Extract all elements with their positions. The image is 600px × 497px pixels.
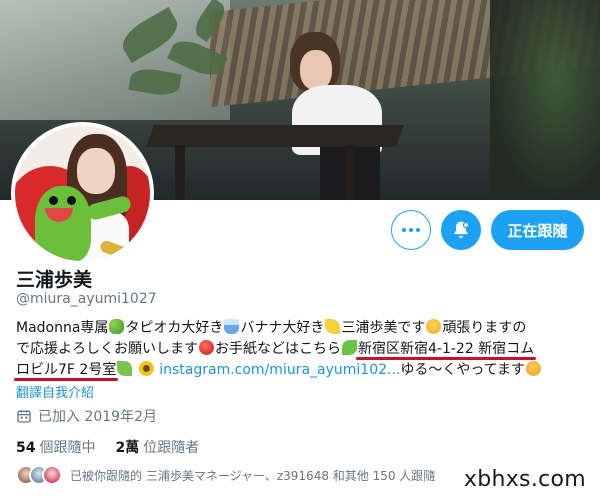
bio-text: タピオカ大好き xyxy=(125,320,224,336)
smile-emoji-icon xyxy=(426,319,442,334)
hug-emoji-icon xyxy=(525,361,541,376)
translate-bio-link[interactable]: 翻譯自我介紹 xyxy=(16,382,94,401)
apple-emoji-icon xyxy=(199,340,214,355)
calendar-icon xyxy=(17,410,31,423)
avatar-toy-eye xyxy=(49,196,58,205)
followed-by-text: 已被你跟隨的 三浦歩美マネージャー、z391648 和其他 150 人跟隨 xyxy=(70,468,436,483)
following-count: 54 xyxy=(16,440,36,456)
profile-bio: Madonna専属 タピオカ大好き バナナ大好き 三浦歩美です 頑張りますの で応援よろ… xyxy=(16,318,591,381)
user-handle: @miura_ayumi1027 xyxy=(16,291,157,307)
profile-avatar[interactable] xyxy=(11,122,154,265)
sunflower-emoji-icon xyxy=(138,361,154,376)
herb-emoji-icon xyxy=(117,361,133,376)
banner-plant xyxy=(490,0,600,200)
display-name: 三浦歩美 xyxy=(16,269,93,291)
bio-text: Madonna専属 xyxy=(16,320,109,336)
followers-stat[interactable]: 2萬 位跟隨者 xyxy=(115,437,199,457)
bio-line: ロビル7F 2号室 instagram.com/miura_ayumi102..… xyxy=(16,360,591,381)
joined-date: 已加入 2019年2月 xyxy=(16,406,157,426)
follower-avatars xyxy=(16,465,62,485)
notifications-button[interactable] xyxy=(441,210,481,250)
avatar-green-toy xyxy=(35,186,91,261)
bio-address-underlined: ロビル7F 2号室 xyxy=(16,362,117,378)
bio-text: お手紙などはこちら xyxy=(215,341,341,357)
instagram-link[interactable]: instagram.com/miura_ayumi102... xyxy=(159,362,400,378)
bio-line: で応援よろしくお願いします お手紙などはこちら 新宿区新宿4-1-22 新宿コム xyxy=(16,339,591,360)
banner-table-leg xyxy=(345,145,355,200)
joined-text: 已加入 2019年2月 xyxy=(38,409,157,425)
banana-emoji-icon xyxy=(325,319,341,334)
bio-text: 三浦歩美です xyxy=(341,320,426,336)
avatar-toy-eye xyxy=(67,196,76,205)
bio-text: バナナ大好き xyxy=(240,320,325,336)
clover-emoji-icon xyxy=(109,319,125,334)
more-icon xyxy=(402,228,420,232)
banner-table-leg xyxy=(175,145,185,200)
bio-line: Madonna専属 タピオカ大好き バナナ大好き 三浦歩美です 頑張りますの xyxy=(16,318,591,339)
following-label: 個跟隨中 xyxy=(39,440,96,456)
drink-emoji-icon xyxy=(224,319,240,334)
bell-icon xyxy=(454,221,470,238)
followers-label: 位跟隨者 xyxy=(143,440,200,456)
banner-table xyxy=(145,125,405,147)
watermark-text: xbhxs.com xyxy=(459,467,590,492)
following-button[interactable]: 正在跟隨 xyxy=(491,210,584,250)
follower-avatar xyxy=(42,465,62,485)
followed-by-row[interactable]: 已被你跟隨的 三浦歩美マネージャー、z391648 和其他 150 人跟隨 xyxy=(16,465,435,485)
followers-count: 2萬 xyxy=(115,440,140,456)
profile-stats: 54 個跟隨中 2萬 位跟隨者 xyxy=(16,437,199,457)
more-button[interactable] xyxy=(391,210,431,250)
bio-text: で応援よろしくお願いします xyxy=(16,341,198,357)
avatar-face xyxy=(77,148,115,194)
bio-address-underlined: 新宿区新宿4-1-22 新宿コム xyxy=(358,341,535,357)
following-stat[interactable]: 54 個跟隨中 xyxy=(16,437,95,457)
bio-text: ゆる～くやってます xyxy=(400,362,525,378)
bio-text: 頑張りますの xyxy=(442,320,527,336)
sprout-emoji-icon xyxy=(342,340,357,355)
banner-person-face xyxy=(300,50,332,90)
